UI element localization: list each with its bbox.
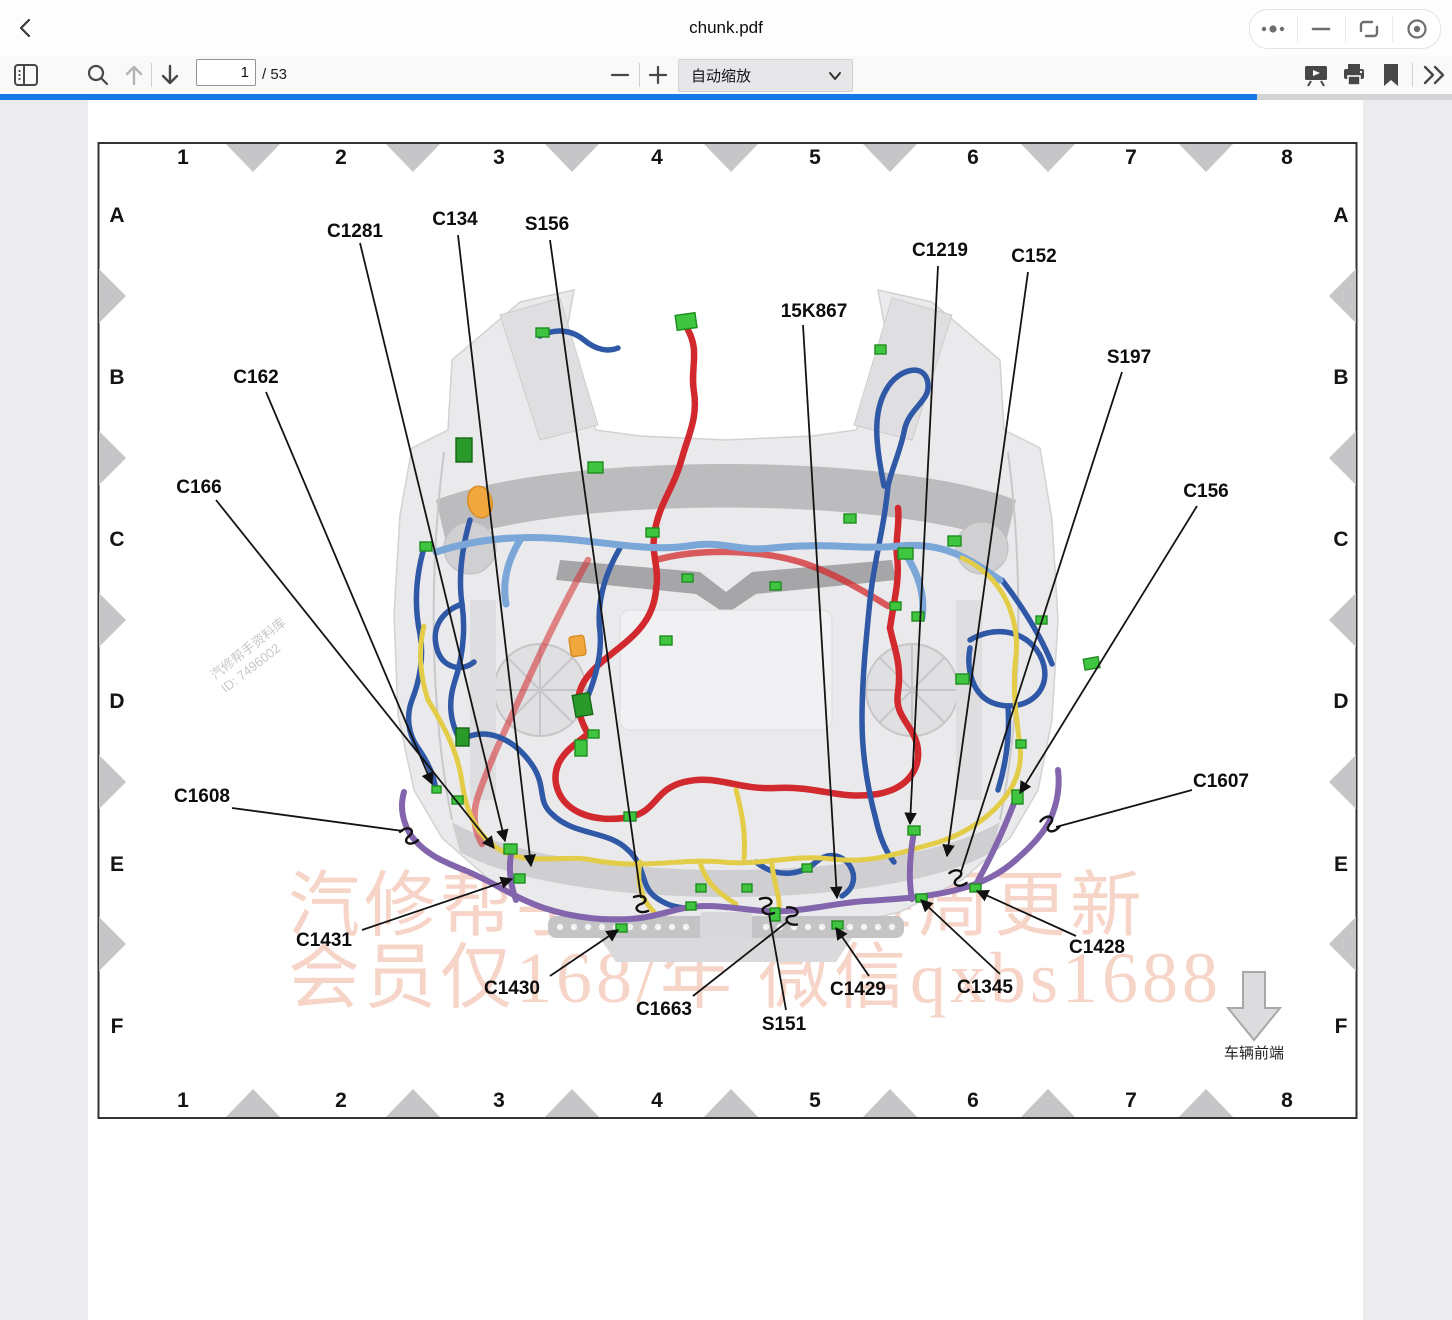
window-controls xyxy=(1249,9,1441,49)
circle-dot-icon xyxy=(1405,17,1429,41)
panel-toggle-icon xyxy=(13,62,39,88)
zoom-in-button[interactable] xyxy=(644,56,672,94)
bookmark-icon xyxy=(1381,62,1401,88)
divider xyxy=(1412,63,1413,87)
find-button[interactable] xyxy=(84,56,112,94)
callout-label: C152 xyxy=(1011,246,1056,267)
callout-label: C162 xyxy=(233,367,278,388)
presentation-mode-button[interactable] xyxy=(1300,56,1332,94)
callout-label: S151 xyxy=(762,1014,807,1035)
callout-label: 15K867 xyxy=(781,301,848,322)
grid-row-label: D xyxy=(109,690,124,713)
pdf-viewer-window: chunk.pdf xyxy=(0,0,1452,1320)
minimize-icon xyxy=(1310,21,1332,37)
grid-row-label: F xyxy=(111,1015,124,1038)
grid-col-label: 5 xyxy=(809,146,821,169)
document-title: chunk.pdf xyxy=(0,0,1452,56)
grid-col-label: 4 xyxy=(651,146,663,169)
divider xyxy=(639,63,640,87)
pdf-viewport[interactable]: 汽修帮手资料库 每周更新 会员仅168/年 微信qxbs1688 xyxy=(0,100,1452,1320)
callout-label: C1428 xyxy=(1069,937,1125,958)
printer-icon xyxy=(1341,62,1367,88)
grid-row-label: D xyxy=(1333,690,1348,713)
minus-icon xyxy=(610,65,630,85)
callout-label: C1219 xyxy=(912,240,968,261)
titlebar: chunk.pdf xyxy=(0,0,1452,57)
divider xyxy=(151,63,152,87)
callout-label: C1281 xyxy=(327,221,383,242)
callout-label: C1345 xyxy=(957,977,1013,998)
page-down-button[interactable] xyxy=(156,56,184,94)
grid-col-label: 1 xyxy=(177,146,189,169)
screen-play-icon xyxy=(1303,62,1329,88)
zoom-select-value: 自动缩放 xyxy=(679,65,828,86)
grid-col-label: 8 xyxy=(1281,1089,1293,1112)
vehicle-front-label: 车辆前端 xyxy=(1224,1045,1284,1062)
minimize-button[interactable] xyxy=(1298,10,1345,48)
callout-label: S197 xyxy=(1107,347,1151,368)
grid-col-label: 2 xyxy=(335,1089,347,1112)
grid-row-label: F xyxy=(1335,1015,1348,1038)
chevron-down-icon xyxy=(828,71,842,81)
grid-col-label: 5 xyxy=(809,1089,821,1112)
sidebar-toggle-button[interactable] xyxy=(10,56,42,94)
grid-col-label: 7 xyxy=(1125,1089,1137,1112)
grid-row-label: E xyxy=(1334,853,1348,876)
plus-icon xyxy=(648,65,668,85)
grid-col-label: 3 xyxy=(493,1089,505,1112)
double-chevron-icon xyxy=(1421,64,1447,86)
grid-row-label: C xyxy=(109,528,124,551)
grid-col-label: 2 xyxy=(335,146,347,169)
zoom-select[interactable]: 自动缩放 xyxy=(678,59,853,92)
callout-label: C166 xyxy=(176,477,221,498)
callout-label: C1429 xyxy=(830,979,886,1000)
grid-col-label: 8 xyxy=(1281,146,1293,169)
callout-label: C1607 xyxy=(1193,771,1249,792)
more-options-button[interactable] xyxy=(1250,10,1297,48)
callout-label: S156 xyxy=(525,214,569,235)
more-tools-button[interactable] xyxy=(1418,56,1450,94)
grid-row-label: B xyxy=(1333,366,1348,389)
magnifier-icon xyxy=(86,63,110,87)
orange-connector xyxy=(569,635,587,657)
callout-label: C1430 xyxy=(484,978,540,999)
grid-col-label: 7 xyxy=(1125,146,1137,169)
bookmark-button[interactable] xyxy=(1376,56,1406,94)
grid-col-label: 6 xyxy=(967,146,979,169)
callout-label: C134 xyxy=(432,209,478,230)
grid-row-label: C xyxy=(1333,528,1348,551)
grid-col-label: 4 xyxy=(651,1089,663,1112)
zoom-out-button[interactable] xyxy=(606,56,634,94)
restore-icon xyxy=(1357,17,1381,41)
grid-row-label: A xyxy=(109,204,124,227)
wiring-diagram: 汽修帮手资料库 每周更新 会员仅168/年 微信qxbs1688 xyxy=(0,100,1452,1320)
arrow-up-icon xyxy=(123,63,145,87)
restore-button[interactable] xyxy=(1346,10,1393,48)
pdf-toolbar: / 53 自动缩放 xyxy=(0,56,1452,94)
diagonal-watermark: 汽修帮手资料库 ID: 7496002 xyxy=(208,615,299,696)
grid-row-label: B xyxy=(109,366,124,389)
page-up-button[interactable] xyxy=(120,56,148,94)
grid-col-label: 1 xyxy=(177,1089,189,1112)
big-arrow-down-icon xyxy=(1228,972,1280,1040)
grid-col-label: 6 xyxy=(967,1089,979,1112)
record-button[interactable] xyxy=(1393,10,1440,48)
grid-col-label: 3 xyxy=(493,146,505,169)
callout-label: C156 xyxy=(1183,481,1228,502)
vehicle-front-indicator: 车辆前端 xyxy=(1224,972,1284,1062)
grid-row-label: A xyxy=(1333,204,1348,227)
arrow-down-icon xyxy=(159,63,181,87)
callout-label: C1431 xyxy=(296,930,352,951)
three-dots-icon xyxy=(1256,21,1290,37)
callout-label: C1663 xyxy=(636,999,692,1020)
grid-row-label: E xyxy=(110,853,124,876)
print-button[interactable] xyxy=(1338,56,1370,94)
callout-label: C1608 xyxy=(174,786,230,807)
page-count-label: / 53 xyxy=(262,56,287,94)
page-number-input[interactable] xyxy=(196,59,256,86)
